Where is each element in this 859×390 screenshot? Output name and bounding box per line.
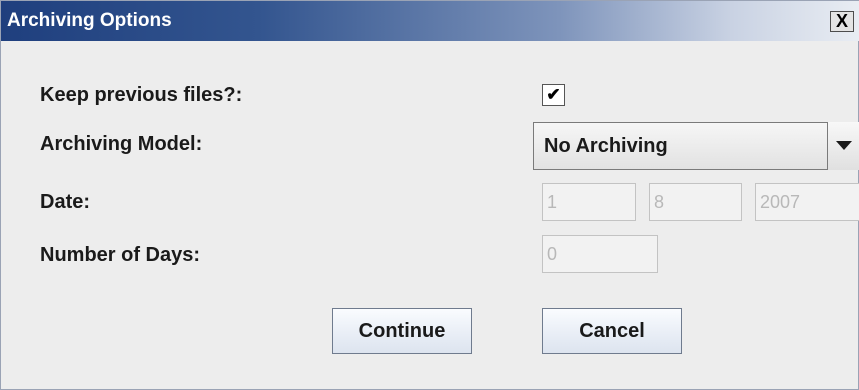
- close-button[interactable]: X: [830, 11, 854, 32]
- dialog-title-bar[interactable]: Archiving Options X: [1, 1, 859, 41]
- dialog-title: Archiving Options: [7, 10, 172, 31]
- close-icon: X: [835, 11, 848, 31]
- checkmark-icon: ✔: [546, 85, 561, 104]
- date-label: Date:: [40, 191, 91, 213]
- keep-previous-files-checkbox[interactable]: ✔: [542, 84, 565, 106]
- date-day-field[interactable]: 1: [542, 183, 636, 221]
- keep-previous-files-label: Keep previous files?:: [40, 84, 243, 106]
- archiving-model-value: No Archiving: [544, 135, 668, 157]
- continue-button[interactable]: Continue: [332, 308, 472, 354]
- chevron-down-icon: [836, 141, 852, 150]
- date-month-field[interactable]: 8: [649, 183, 742, 221]
- archiving-model-label: Archiving Model:: [40, 133, 203, 155]
- archiving-model-dropdown-button[interactable]: [827, 122, 859, 170]
- cancel-button[interactable]: Cancel: [542, 308, 682, 354]
- number-of-days-field[interactable]: 0: [542, 235, 658, 273]
- archiving-model-select[interactable]: No Archiving: [533, 122, 859, 170]
- number-of-days-label: Number of Days:: [40, 244, 201, 266]
- archiving-options-dialog: Archiving Options X Keep previous files?…: [0, 0, 859, 390]
- date-year-field[interactable]: 2007: [755, 183, 859, 221]
